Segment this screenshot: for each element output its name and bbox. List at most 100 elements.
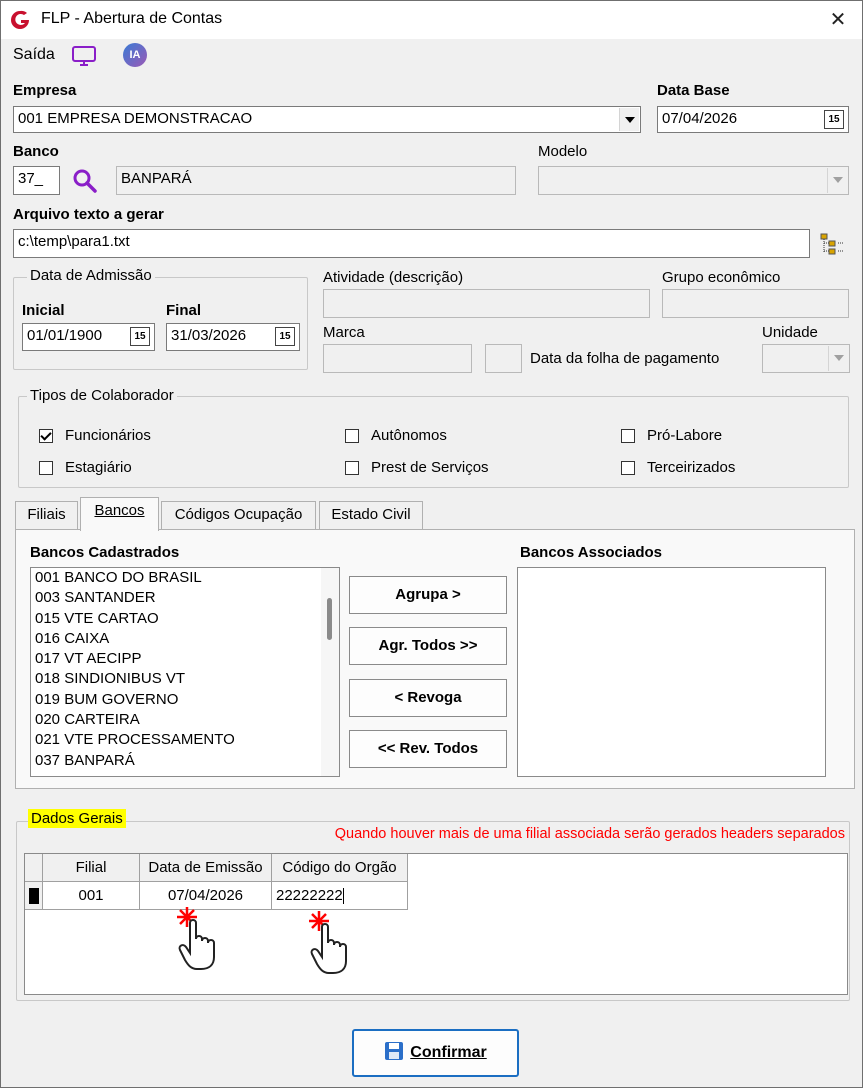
revoga-label: < Revoga bbox=[394, 689, 462, 706]
banco-label: Banco bbox=[13, 143, 59, 160]
banco-name-value: BANPARÁ bbox=[121, 170, 192, 187]
app-logo-icon bbox=[11, 10, 29, 29]
modelo-label: Modelo bbox=[538, 143, 588, 160]
ia-label: IA bbox=[129, 49, 141, 61]
bancos-cadastrados-items: 001 BANCO DO BRASIL 003 SANTANDER 015 VTE … bbox=[31, 568, 339, 771]
estagiario-checkbox[interactable] bbox=[39, 461, 53, 475]
confirmar-label: Confirmar bbox=[410, 1044, 487, 1061]
scrollbar-thumb[interactable] bbox=[327, 598, 332, 640]
empresa-value: 001 EMPRESA DEMONSTRACAO bbox=[18, 110, 253, 127]
column-header-codigo-orgao[interactable]: Código do Orgão bbox=[272, 854, 408, 882]
chevron-down-icon[interactable] bbox=[619, 108, 639, 131]
autonomos-checkbox[interactable] bbox=[345, 429, 359, 443]
unidade-label: Unidade bbox=[762, 324, 818, 341]
cell-filial[interactable]: 001 bbox=[43, 882, 140, 910]
dados-gerais-warning: Quando houver mais de uma filial associa… bbox=[334, 826, 845, 842]
arquivo-input[interactable]: c:\temp\para1.txt bbox=[13, 229, 810, 258]
list-item[interactable]: 021 VTE PROCESSAMENTO bbox=[31, 730, 339, 750]
chevron-down-icon[interactable] bbox=[828, 346, 848, 371]
list-item[interactable]: 020 CARTEIRA bbox=[31, 710, 339, 730]
cell-value: 22222222 bbox=[276, 887, 343, 904]
tab-label: Códigos Ocupação bbox=[174, 506, 303, 523]
funcionarios-label: Funcionários bbox=[65, 427, 151, 444]
atividade-field bbox=[323, 289, 650, 318]
estagiario-label: Estagiário bbox=[65, 459, 132, 476]
empresa-select[interactable]: 001 EMPRESA DEMONSTRACAO bbox=[13, 106, 641, 133]
dados-gerais-grid[interactable]: Filial Data de Emissão Código do Orgão 0… bbox=[24, 853, 848, 995]
list-item[interactable]: 001 BANCO DO BRASIL bbox=[31, 568, 339, 588]
close-icon: ✕ bbox=[829, 9, 847, 31]
tab-estado-civil[interactable]: Estado Civil bbox=[319, 501, 423, 529]
title-bar: FLP - Abertura de Contas ✕ bbox=[1, 1, 862, 39]
tab-label: Filiais bbox=[27, 506, 66, 523]
list-scrollbar[interactable] bbox=[321, 568, 339, 776]
final-label: Final bbox=[166, 302, 202, 319]
banco-name-field: BANPARÁ bbox=[116, 166, 516, 195]
column-header-data-emissao[interactable]: Data de Emissão bbox=[140, 854, 272, 882]
rev-todos-label: << Rev. Todos bbox=[377, 740, 479, 757]
inicial-date-field[interactable]: 01/01/1900 15 bbox=[22, 323, 155, 351]
list-item[interactable]: 037 BANPARÁ bbox=[31, 751, 339, 771]
dados-gerais-legend: Dados Gerais bbox=[28, 809, 126, 828]
agr-todos-button[interactable]: Agr. Todos >> bbox=[349, 627, 507, 665]
search-icon[interactable] bbox=[71, 167, 99, 195]
pro-labore-checkbox[interactable] bbox=[621, 429, 635, 443]
tab-label: Bancos bbox=[94, 502, 145, 519]
column-header-label: Filial bbox=[75, 859, 107, 876]
chevron-down-icon[interactable] bbox=[827, 168, 847, 193]
list-item[interactable]: 017 VT AECIPP bbox=[31, 649, 339, 669]
column-header-label: Data de Emissão bbox=[148, 859, 263, 876]
window-title: FLP - Abertura de Contas bbox=[41, 10, 223, 27]
column-header-label: Código do Orgão bbox=[282, 859, 397, 876]
list-item[interactable]: 019 BUM GOVERNO bbox=[31, 690, 339, 710]
arquivo-label: Arquivo texto a gerar bbox=[13, 206, 164, 223]
data-folha-label: Data da folha de pagamento bbox=[530, 350, 720, 367]
monitor-icon[interactable] bbox=[71, 45, 97, 67]
cell-codigo-orgao[interactable]: 22222222 bbox=[272, 882, 408, 910]
terceirizados-checkbox[interactable] bbox=[621, 461, 635, 475]
bancos-cadastrados-list[interactable]: 001 BANCO DO BRASIL 003 SANTANDER 015 VTE … bbox=[30, 567, 340, 777]
calendar-icon[interactable]: 15 bbox=[130, 327, 150, 346]
save-icon bbox=[385, 1042, 404, 1060]
bancos-associados-list[interactable] bbox=[517, 567, 826, 777]
final-value: 31/03/2026 bbox=[171, 327, 247, 344]
grupo-label: Grupo econômico bbox=[662, 269, 781, 286]
list-item[interactable]: 018 SINDIONIBUS VT bbox=[31, 669, 339, 689]
agrupa-button[interactable]: Agrupa > bbox=[349, 576, 507, 614]
agrupa-label: Agrupa > bbox=[395, 586, 461, 603]
hand-pointer-icon bbox=[177, 907, 215, 970]
tab-filiais[interactable]: Filiais bbox=[15, 501, 78, 529]
funcionarios-checkbox[interactable] bbox=[39, 429, 53, 443]
row-indicator[interactable] bbox=[25, 882, 43, 910]
banco-code-input[interactable]: 37_ bbox=[13, 166, 60, 195]
saida-menu[interactable]: Saída bbox=[13, 46, 55, 64]
grid-corner bbox=[25, 854, 43, 882]
confirmar-button[interactable]: Confirmar bbox=[352, 1029, 519, 1077]
autonomos-label: Autônomos bbox=[371, 427, 447, 444]
calendar-icon[interactable]: 15 bbox=[275, 327, 295, 346]
list-item[interactable]: 003 SANTANDER bbox=[31, 588, 339, 608]
tab-bancos[interactable]: Bancos bbox=[80, 497, 159, 531]
rev-todos-button[interactable]: << Rev. Todos bbox=[349, 730, 507, 768]
list-item[interactable]: 016 CAIXA bbox=[31, 629, 339, 649]
modelo-select[interactable] bbox=[538, 166, 849, 195]
prest-servicos-checkbox[interactable] bbox=[345, 461, 359, 475]
arquivo-value: c:\temp\para1.txt bbox=[18, 233, 130, 250]
column-header-filial[interactable]: Filial bbox=[43, 854, 140, 882]
cell-value: 07/04/2026 bbox=[167, 887, 244, 904]
ia-icon[interactable]: IA bbox=[123, 43, 147, 67]
folder-tree-icon[interactable] bbox=[819, 232, 845, 256]
unidade-select[interactable] bbox=[762, 344, 850, 373]
current-row-marker-icon bbox=[29, 888, 39, 904]
revoga-button[interactable]: < Revoga bbox=[349, 679, 507, 717]
close-button[interactable]: ✕ bbox=[823, 5, 853, 35]
marca-field bbox=[323, 344, 472, 373]
tipos-legend: Tipos de Colaborador bbox=[27, 387, 177, 404]
calendar-icon[interactable]: 15 bbox=[824, 110, 844, 129]
atividade-label: Atividade (descrição) bbox=[323, 269, 464, 286]
final-date-field[interactable]: 31/03/2026 15 bbox=[166, 323, 300, 351]
list-item[interactable]: 015 VTE CARTAO bbox=[31, 609, 339, 629]
data-base-field[interactable]: 07/04/2026 15 bbox=[657, 106, 849, 133]
prest-servicos-label: Prest de Serviços bbox=[371, 459, 489, 476]
tab-codigos-ocupacao[interactable]: Códigos Ocupação bbox=[161, 501, 316, 529]
